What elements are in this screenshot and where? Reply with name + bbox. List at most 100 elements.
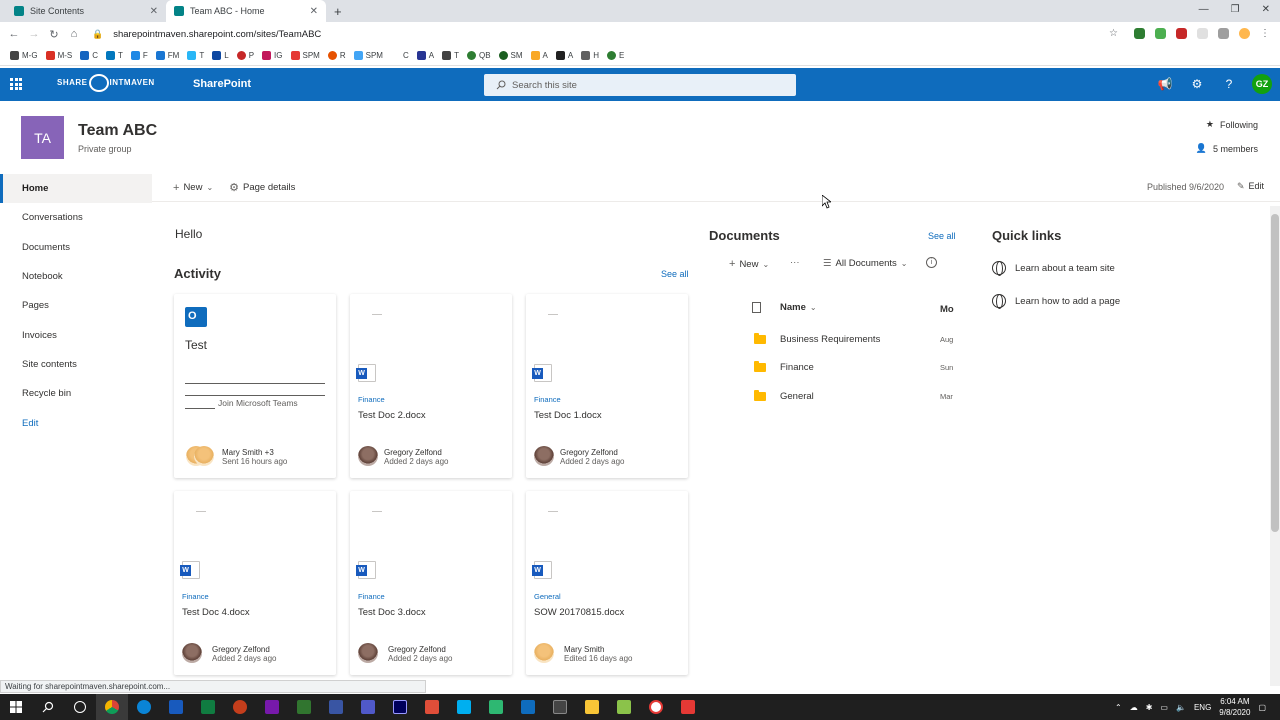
close-tab-icon[interactable]: ✕ [150,6,158,17]
card-file-name[interactable]: Test Doc 2.docx [358,410,426,421]
sharepointmaven-logo[interactable]: SHARE INTMAVEN [57,74,155,92]
restore-icon[interactable]: ❐ [1231,4,1240,15]
bookmark[interactable]: A [530,51,548,60]
extension-icon[interactable] [1134,28,1145,39]
bookmark[interactable]: M-S [45,51,72,60]
documents-new-button[interactable]: + New ⌄ [729,258,769,270]
activity-card[interactable]: Finance Test Doc 2.docx Gregory Zelfond … [350,294,512,478]
activity-see-all-link[interactable]: See all [661,269,689,279]
extension-icon[interactable] [1155,28,1166,39]
bookmark[interactable]: L [212,51,229,60]
language-indicator[interactable]: ENG [1194,703,1211,712]
teams-icon[interactable] [352,694,384,720]
bluetooth-icon[interactable]: ✱ [1146,703,1153,712]
network-icon[interactable]: ▭ [1160,703,1168,712]
card-library[interactable]: Finance [182,592,209,601]
bookmark[interactable]: M-G [10,51,38,60]
nav-item-home[interactable]: Home [0,174,152,204]
word-icon[interactable] [160,694,192,720]
nav-edit-link[interactable]: Edit [0,408,152,437]
profile-avatar-icon[interactable] [1239,28,1250,39]
megaphone-icon[interactable]: 📢 [1156,75,1174,93]
bookmark[interactable]: C [403,51,409,60]
gear-icon[interactable]: ⚙ [1188,75,1206,93]
bookmark[interactable]: P [236,51,254,60]
new-tab-icon[interactable]: + [334,4,342,19]
home-icon[interactable]: ⌂ [64,28,84,40]
browser-menu-icon[interactable]: ⋮ [1260,28,1270,39]
bookmark[interactable]: F [130,51,148,60]
document-row[interactable]: Business Requirements Aug [754,325,984,354]
close-window-icon[interactable]: ✕ [1262,4,1270,15]
quick-link[interactable]: Learn how to add a page [992,294,1120,309]
nav-item-pages[interactable]: Pages [0,291,152,320]
document-row[interactable]: General Mar [754,382,984,411]
onenote-icon[interactable] [256,694,288,720]
activity-card[interactable]: Test Join Microsoft Teams Mary Smith +3 … [174,294,336,478]
activity-card[interactable]: General SOW 20170815.docx Mary Smith Edi… [526,491,688,675]
bookmark[interactable]: SPM [290,51,320,60]
quick-link[interactable]: Learn about a team site [992,261,1115,276]
tab-site-contents[interactable]: Site Contents ✕ [6,0,166,22]
calculator-icon[interactable] [544,694,576,720]
document-row[interactable]: Finance Sun [754,354,984,383]
reload-icon[interactable]: ↻ [44,28,64,41]
documents-heading[interactable]: Documents [709,228,780,243]
following-button[interactable]: ★ Following [1206,119,1258,130]
sharepoint-app-name[interactable]: SharePoint [193,78,251,90]
bookmark[interactable]: R [327,51,346,60]
nav-item-site-contents[interactable]: Site contents [0,350,152,379]
camtasia-recorder-icon[interactable] [672,694,704,720]
more-options-button[interactable]: ··· [790,257,800,268]
info-icon[interactable]: i [926,257,937,268]
card-file-name[interactable]: SOW 20170815.docx [534,607,624,618]
nav-item-conversations[interactable]: Conversations [0,203,152,232]
forward-icon[interactable]: → [24,28,44,40]
site-title[interactable]: Team ABC [78,122,157,140]
modified-column-header[interactable]: Mo [940,304,954,315]
tab-team-abc-home[interactable]: Team ABC - Home ✕ [166,0,326,22]
back-icon[interactable]: ← [4,28,24,40]
card-file-name[interactable]: Test Doc 4.docx [182,607,250,618]
card-file-name[interactable]: Test Doc 1.docx [534,410,602,421]
activity-card[interactable]: Finance Test Doc 4.docx Gregory Zelfond … [174,491,336,675]
extension-icon[interactable] [1176,28,1187,39]
nav-item-recycle-bin[interactable]: Recycle bin [0,379,152,408]
minimize-icon[interactable]: — [1199,4,1209,15]
edge-icon[interactable] [128,694,160,720]
card-library[interactable]: General [534,592,561,601]
nav-item-documents[interactable]: Documents [0,233,152,262]
user-avatar[interactable]: GZ [1252,74,1272,94]
chrome-icon[interactable] [96,694,128,720]
snagit-icon[interactable] [416,694,448,720]
bookmark[interactable]: H [581,51,599,60]
card-library[interactable]: Finance [358,592,385,601]
url-field[interactable]: sharepointmaven.sharepoint.com/sites/Tea… [113,29,321,40]
bookmark[interactable]: E [607,51,624,60]
camtasia-icon[interactable] [480,694,512,720]
file-explorer-icon[interactable] [576,694,608,720]
new-button[interactable]: + New ⌄ [173,182,213,194]
bookmark[interactable]: FM [155,51,179,60]
card-file-name[interactable]: Test Doc 3.docx [358,607,426,618]
view-selector[interactable]: ☰ All Documents ⌄ [823,258,907,269]
edit-page-button[interactable]: ✎ Edit [1237,181,1264,192]
bookmark[interactable]: SM [498,51,523,60]
activity-card[interactable]: Finance Test Doc 1.docx Gregory Zelfond … [526,294,688,478]
skype-icon[interactable] [448,694,480,720]
volume-icon[interactable]: 🔈 [1176,703,1186,712]
bookmark[interactable]: A [555,51,573,60]
members-button[interactable]: 👤 5 members [1196,143,1258,154]
bookmark[interactable]: SPM [353,51,383,60]
bookmark[interactable]: A [416,51,434,60]
windows-start-icon[interactable] [0,694,32,720]
activity-card[interactable]: Finance Test Doc 3.docx Gregory Zelfond … [350,491,512,675]
bookmark[interactable]: IG [262,51,283,60]
bookmark[interactable]: QB [466,51,491,60]
powerpoint-icon[interactable] [224,694,256,720]
nav-item-invoices[interactable]: Invoices [0,320,152,349]
bookmark[interactable]: T [187,51,204,60]
notepad-plus-icon[interactable] [608,694,640,720]
outlook-icon[interactable] [512,694,544,720]
documents-see-all-link[interactable]: See all [928,231,956,241]
